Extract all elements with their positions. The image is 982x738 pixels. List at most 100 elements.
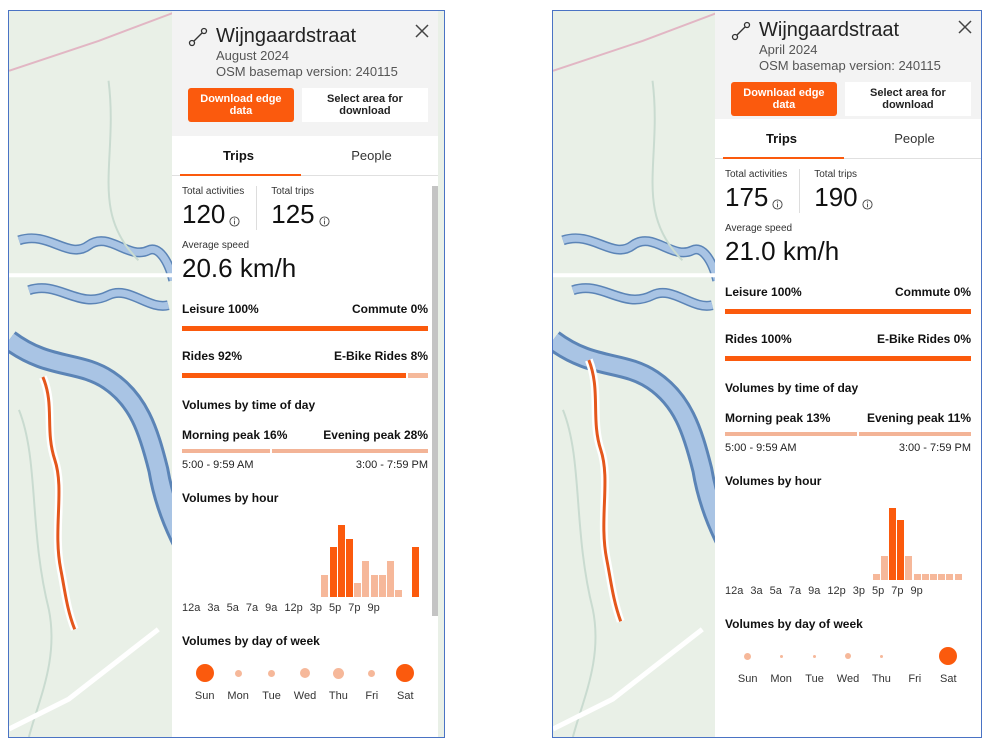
hour-bar (913, 574, 921, 580)
leisure-bar-segment (182, 326, 428, 331)
hour-bar (337, 525, 345, 597)
rides-label: Rides 100% (725, 332, 792, 346)
hour-axis-label: 5p (871, 585, 885, 597)
panel-header: Wijngaardstraat April 2024 OSM basemap v… (715, 11, 981, 119)
hour-bar (921, 574, 929, 580)
hour-bar (905, 556, 913, 580)
hour-axis-label: 3p (852, 585, 865, 597)
day-label: Sat (939, 673, 957, 685)
hour-bar (946, 574, 954, 580)
hour-axis-label: 5a (769, 585, 782, 597)
ebike-rides-label: E-Bike Rides 8% (333, 349, 428, 363)
select-area-button[interactable]: Select area for download (301, 88, 428, 122)
period-label: August 2024 (216, 48, 290, 63)
purpose-split: Leisure 100% Commute 0% (182, 302, 428, 331)
hour-bar (938, 574, 946, 580)
day-volume-dot (299, 668, 310, 678)
average-speed-value: 21.0 km/h (725, 236, 840, 266)
commute-label: Commute 0% (351, 302, 428, 316)
day-label: Sat (396, 690, 414, 702)
purpose-bar (182, 326, 428, 331)
close-icon[interactable] (414, 23, 430, 39)
edge-panel: Wijngaardstraat April 2024 OSM basemap v… (715, 11, 981, 737)
commute-label: Commute 0% (894, 285, 971, 299)
download-edge-data-button[interactable]: Download edge data (188, 88, 294, 122)
rides-bar-segment (725, 356, 971, 361)
hour-histogram (725, 500, 971, 580)
hour-axis-label: 3p (309, 602, 322, 614)
morning-time-range: 5:00 - 9:59 AM (725, 442, 797, 454)
day-volume-dot (813, 654, 817, 658)
tab-bar: Trips People (715, 119, 981, 159)
average-speed-value: 20.6 km/h (182, 253, 297, 283)
hour-bar (897, 520, 905, 580)
day-column: Fri (355, 662, 388, 702)
day-volume-title: Volumes by day of week (725, 617, 863, 631)
hour-axis-label: 9p (910, 585, 923, 597)
route-segment-icon (188, 27, 208, 46)
panel-body: Total activities 175 Total trips 190 Ave… (715, 159, 981, 685)
panel-body: Total activities 120 Total trips 125 Ave… (172, 176, 438, 702)
hour-bar (889, 508, 896, 580)
day-column: Tue (798, 645, 831, 685)
tab-bar: Trips People (172, 136, 438, 176)
day-label: Sun (737, 673, 758, 685)
hour-axis-label: 3a (207, 602, 220, 614)
edge-title: Wijngaardstraat (759, 19, 900, 41)
ebike-rides-label: E-Bike Rides 0% (876, 332, 971, 346)
day-label: Thu (871, 673, 891, 685)
rides-label: Rides 92% (182, 349, 243, 363)
day-of-week-chart: Sun Mon Tue Wed Thu Fri Sat (725, 645, 971, 685)
day-label: Thu (328, 690, 348, 702)
select-area-button[interactable]: Select area for download (844, 82, 971, 116)
evening-peak-label: Evening peak 28% (323, 428, 428, 442)
average-speed-label: Average speed (725, 223, 793, 234)
purpose-bar (725, 309, 971, 314)
total-trips-label: Total trips (271, 186, 315, 197)
tab-people[interactable]: People (848, 119, 981, 158)
close-icon[interactable] (957, 19, 973, 35)
hour-axis-label: 12p (284, 602, 303, 614)
time-of-day-title: Volumes by time of day (725, 381, 859, 395)
hour-bar (378, 575, 386, 597)
average-speed-label: Average speed (182, 240, 250, 251)
day-volume-dot (939, 647, 958, 665)
hour-axis-label: 9a (808, 585, 821, 597)
leisure-label: Leisure 100% (725, 285, 802, 299)
total-activities-label: Total activities (182, 186, 245, 197)
total-trips-label: Total trips (814, 169, 858, 180)
download-edge-data-button[interactable]: Download edge data (731, 82, 837, 116)
day-column: Sun (731, 645, 764, 685)
tab-trips[interactable]: Trips (715, 119, 848, 159)
leisure-bar-segment (725, 309, 971, 314)
day-volume-dot (396, 664, 415, 682)
morning-bar-segment (182, 449, 270, 453)
day-label: Tue (262, 690, 281, 702)
day-column: Fri (898, 645, 931, 685)
hour-bar (411, 547, 419, 597)
info-icon[interactable] (229, 216, 240, 227)
leisure-label: Leisure 100% (182, 302, 259, 316)
ride-type-bar (182, 373, 428, 378)
day-volume-dot (234, 669, 242, 677)
total-trips-value: 125 (271, 199, 315, 229)
hour-axis-label: 12p (827, 585, 846, 597)
hour-bar (880, 556, 888, 580)
day-label: Sun (194, 690, 215, 702)
time-of-day-bar (182, 449, 428, 453)
tab-people[interactable]: People (305, 136, 438, 175)
day-label: Wed (836, 673, 860, 685)
hour-bar (954, 574, 962, 580)
day-volume-dot (744, 652, 752, 660)
hour-axis-label: 12a (725, 585, 744, 597)
rides-bar-segment (182, 373, 407, 378)
info-icon[interactable] (772, 199, 783, 210)
info-icon[interactable] (319, 216, 330, 227)
tab-trips[interactable]: Trips (172, 136, 305, 176)
day-column: Sat (932, 645, 965, 685)
day-volume-dot (879, 654, 883, 658)
hour-axis-label: 7p (348, 602, 361, 614)
hour-volume-title: Volumes by hour (182, 491, 279, 505)
info-icon[interactable] (862, 199, 873, 210)
total-activities-value: 120 (182, 199, 226, 229)
